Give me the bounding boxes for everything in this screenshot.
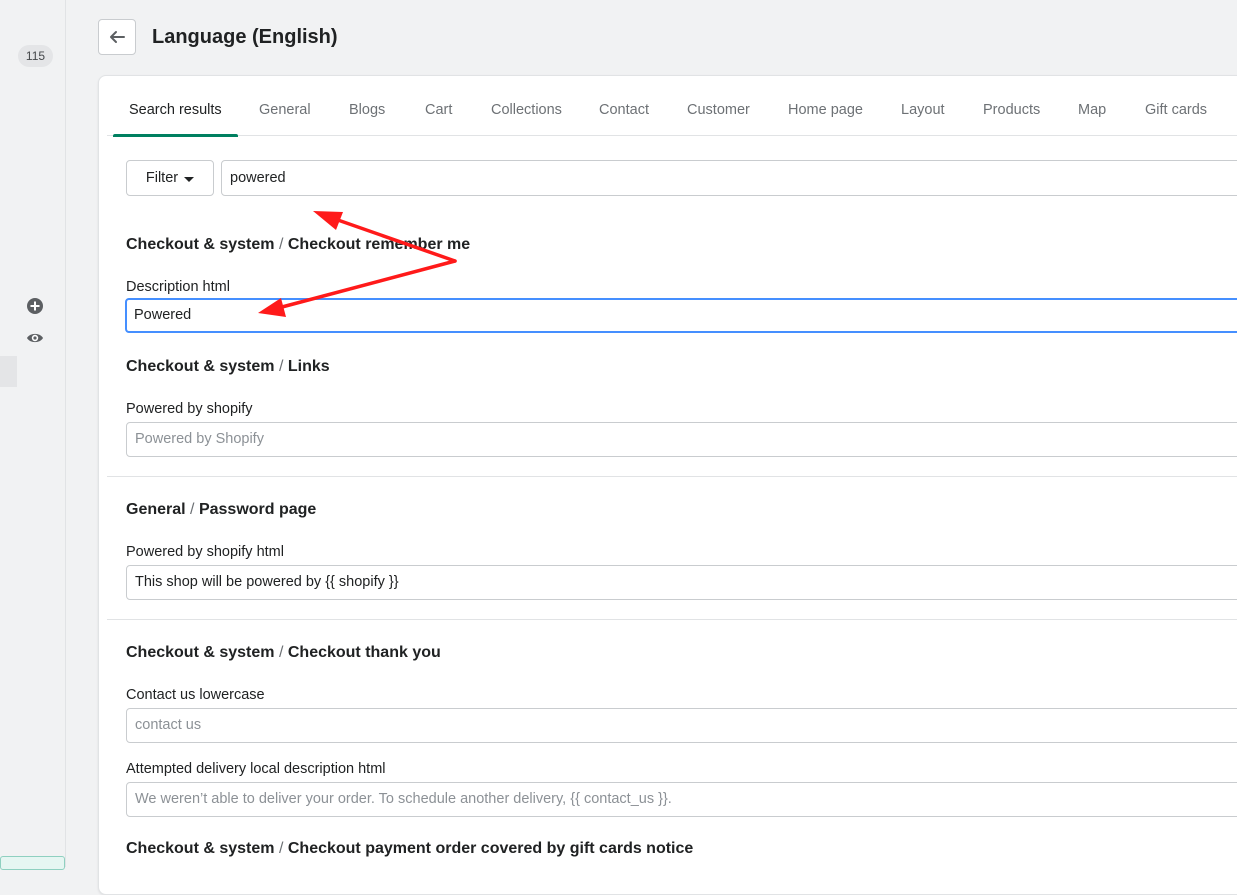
tab-collections[interactable]: Collections: [475, 76, 578, 136]
tab-bar: Search results General Blogs Cart Collec…: [107, 76, 1237, 137]
page-title: Language (English): [152, 26, 338, 48]
section-title: General / Password page: [126, 501, 317, 518]
tab-contact[interactable]: Contact: [583, 76, 665, 136]
divider: [107, 476, 1237, 477]
field-label: Powered by shopify html: [126, 544, 284, 560]
tab-map[interactable]: Map: [1062, 76, 1122, 136]
filter-button[interactable]: Filter: [126, 160, 214, 196]
field-label: Contact us lowercase: [126, 687, 265, 703]
tab-home-page[interactable]: Home page: [772, 76, 879, 136]
back-button[interactable]: [98, 19, 136, 55]
divider: [107, 619, 1237, 620]
tab-customer[interactable]: Customer: [671, 76, 766, 136]
tab-products[interactable]: Products: [967, 76, 1056, 136]
count-badge: 115: [18, 45, 53, 67]
field-label: Description html: [126, 279, 230, 295]
section-title: Checkout & system / Checkout payment ord…: [126, 840, 694, 857]
powered-by-shopify-input[interactable]: Powered by Shopify: [126, 422, 1237, 457]
search-input[interactable]: powered: [221, 160, 1237, 196]
plus-circle-icon[interactable]: [26, 297, 44, 315]
tab-blogs[interactable]: Blogs: [333, 76, 401, 136]
arrow-left-icon: [110, 31, 125, 43]
field-label: Powered by shopify: [126, 401, 253, 417]
translation-card: Search results General Blogs Cart Collec…: [98, 75, 1237, 895]
sidebar-bottom-banner: [0, 856, 65, 870]
contact-us-lowercase-input[interactable]: contact us: [126, 708, 1237, 743]
section-title: Checkout & system / Checkout thank you: [126, 644, 441, 661]
section-title: Checkout & system / Checkout remember me: [126, 236, 471, 253]
sidebar-active-item[interactable]: [0, 356, 17, 387]
field-label: Attempted delivery local description htm…: [126, 761, 386, 777]
tab-gift-cards[interactable]: Gift cards: [1129, 76, 1223, 136]
tab-cart[interactable]: Cart: [409, 76, 468, 136]
tab-layout[interactable]: Layout: [885, 76, 961, 136]
powered-by-shopify-html-input[interactable]: This shop will be powered by {{ shopify …: [126, 565, 1237, 600]
tab-general[interactable]: General: [243, 76, 327, 136]
sidebar: 115: [0, 0, 66, 870]
caret-down-icon: [184, 176, 195, 182]
eye-icon[interactable]: [26, 329, 44, 347]
filter-label: Filter: [145, 170, 179, 186]
description-html-input[interactable]: Powered: [125, 298, 1237, 333]
attempted-delivery-input[interactable]: We weren’t able to deliver your order. T…: [126, 782, 1237, 817]
section-title: Checkout & system / Links: [126, 358, 330, 375]
tab-search-results[interactable]: Search results: [113, 76, 238, 137]
